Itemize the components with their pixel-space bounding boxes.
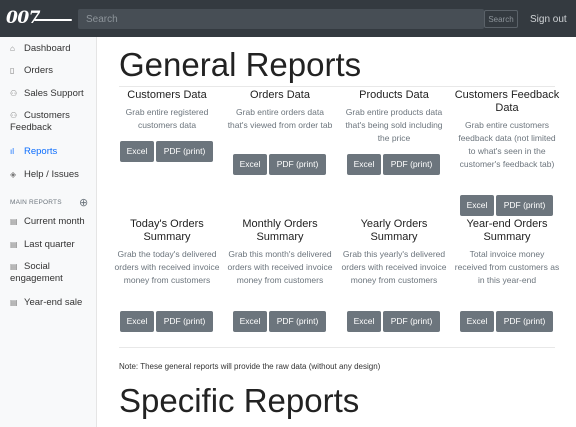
report-card-year-end-orders: Year-end Orders Summary Total invoice mo… xyxy=(454,218,560,287)
card-actions: Excel PDF (print) xyxy=(120,311,213,332)
excel-button[interactable]: Excel xyxy=(233,311,267,332)
signout-link[interactable]: Sign out xyxy=(530,14,567,25)
excel-button[interactable]: Excel xyxy=(460,311,494,332)
card-title: Yearly Orders Summary xyxy=(360,218,428,243)
search-button[interactable]: Search xyxy=(484,10,518,28)
sidebar-item-sales-support[interactable]: ⚇ Sales Support xyxy=(10,88,94,100)
report-card-customers-data: Customers Data Grab entire registered cu… xyxy=(114,89,220,132)
bar-chart-icon: ıl xyxy=(10,147,14,156)
pdf-print-button[interactable]: PDF (print) xyxy=(156,141,213,162)
pdf-print-button[interactable]: PDF (print) xyxy=(496,311,553,332)
card-actions: Excel PDF (print) xyxy=(347,154,440,175)
section-divider xyxy=(119,347,555,348)
report-card-todays-orders: Today's Orders Summary Grab the today's … xyxy=(114,218,220,287)
pdf-print-button[interactable]: PDF (print) xyxy=(269,311,326,332)
excel-button[interactable]: Excel xyxy=(347,154,381,175)
card-description: Grab entire orders data that's viewed fr… xyxy=(227,107,333,130)
card-title: Customers Data xyxy=(127,89,207,101)
top-navbar: 007 Search Sign out xyxy=(0,0,576,37)
sidebar-item-label: Sales Support xyxy=(24,88,84,99)
report-card-monthly-orders: Monthly Orders Summary Grab this month's… xyxy=(227,218,333,287)
users-icon: ⚇ xyxy=(10,89,18,98)
sidebar-item-label: Current month xyxy=(24,216,85,227)
layers-icon: ◈ xyxy=(10,170,17,179)
brand-logo[interactable]: 007 xyxy=(4,8,72,30)
sidebar-item-dashboard[interactable]: ⌂ Dashboard xyxy=(10,43,94,55)
sidebar-item-customers-feedback[interactable]: ⚇ Customers Feedback xyxy=(10,110,94,134)
card-title: Monthly Orders Summary xyxy=(242,218,318,243)
logo-gun-line xyxy=(34,19,72,21)
file-text-icon: ▤ xyxy=(10,262,18,271)
card-description: Grab the today's delivered orders with r… xyxy=(114,249,220,285)
excel-button[interactable]: Excel xyxy=(120,311,154,332)
sidebar-report-current-month[interactable]: ▤ Current month xyxy=(10,216,94,228)
card-description: Grab this month's delivered orders with … xyxy=(227,249,333,285)
card-actions: Excel PDF (print) xyxy=(120,141,213,162)
section-title-specific-reports: Specific Reports xyxy=(119,382,360,419)
file-text-icon: ▤ xyxy=(10,240,18,249)
sidebar-item-orders[interactable]: ▯ Orders xyxy=(10,65,94,77)
users-icon: ⚇ xyxy=(10,111,18,120)
report-card-products-data: Products Data Grab entire products data … xyxy=(341,89,447,145)
card-actions: Excel PDF (print) xyxy=(233,154,326,175)
logo-text: 007 xyxy=(6,8,41,28)
sidebar: ⌂ Dashboard ▯ Orders ⚇ Sales Support ⚇ Custo… xyxy=(0,37,97,427)
title-divider xyxy=(119,86,555,87)
add-report-icon[interactable]: ⊕ xyxy=(79,196,88,209)
card-description: Grab this yearly's delivered orders with… xyxy=(341,249,447,285)
excel-button[interactable]: Excel xyxy=(233,154,267,175)
sidebar-item-label: Orders xyxy=(24,65,54,76)
pdf-print-button[interactable]: PDF (print) xyxy=(383,311,440,332)
card-title: Customers Feedback Data xyxy=(454,89,560,114)
card-title: Year-end Orders Summary xyxy=(466,218,548,243)
main-reports-heading: MAIN REPORTS xyxy=(10,199,62,206)
card-title: Today's Orders Summary xyxy=(130,218,204,243)
sidebar-item-label: Reports xyxy=(24,146,58,157)
file-text-icon: ▤ xyxy=(10,217,18,226)
card-actions: Excel PDF (print) xyxy=(460,311,553,332)
report-card-yearly-orders: Yearly Orders Summary Grab this yearly's… xyxy=(341,218,447,287)
reports-note: Note: These general reports will provide… xyxy=(119,362,381,371)
pdf-print-button[interactable]: PDF (print) xyxy=(496,195,553,216)
excel-button[interactable]: Excel xyxy=(460,195,494,216)
card-description: Total invoice money received from custom… xyxy=(454,249,560,285)
file-icon: ▯ xyxy=(10,66,15,75)
sidebar-report-last-quarter[interactable]: ▤ Last quarter xyxy=(10,239,94,251)
sidebar-item-label: Help / Issues xyxy=(24,169,79,180)
sidebar-report-year-end-sale[interactable]: ▤ Year-end sale xyxy=(10,297,94,309)
report-card-customers-feedback-data: Customers Feedback Data Grab entire cust… xyxy=(454,89,560,171)
report-card-orders-data: Orders Data Grab entire orders data that… xyxy=(227,89,333,132)
card-title: Products Data xyxy=(359,89,429,101)
card-actions: Excel PDF (print) xyxy=(347,311,440,332)
card-title: Orders Data xyxy=(250,89,310,101)
pdf-print-button[interactable]: PDF (print) xyxy=(156,311,213,332)
pdf-print-button[interactable]: PDF (print) xyxy=(383,154,440,175)
sidebar-item-label: Year-end sale xyxy=(24,297,83,308)
file-text-icon: ▤ xyxy=(10,298,18,307)
card-description: Grab entire registered customers data xyxy=(125,107,209,130)
card-description: Grab entire customers feedback data (not… xyxy=(458,120,556,169)
pdf-print-button[interactable]: PDF (print) xyxy=(269,154,326,175)
sidebar-report-social-engagement[interactable]: ▤ Social engagement xyxy=(10,261,94,285)
sidebar-item-help-issues[interactable]: ◈ Help / Issues xyxy=(10,169,94,181)
page-title: General Reports xyxy=(119,46,362,83)
card-description: Grab entire products data that's being s… xyxy=(345,107,443,143)
card-actions: Excel PDF (print) xyxy=(233,311,326,332)
excel-button[interactable]: Excel xyxy=(347,311,381,332)
home-icon: ⌂ xyxy=(10,44,15,53)
card-actions: Excel PDF (print) xyxy=(460,195,553,216)
search-input[interactable] xyxy=(78,9,484,29)
sidebar-item-label: Dashboard xyxy=(24,43,71,54)
sidebar-item-reports[interactable]: ıl Reports xyxy=(10,146,94,158)
sidebar-item-label: Last quarter xyxy=(24,239,75,250)
excel-button[interactable]: Excel xyxy=(120,141,154,162)
